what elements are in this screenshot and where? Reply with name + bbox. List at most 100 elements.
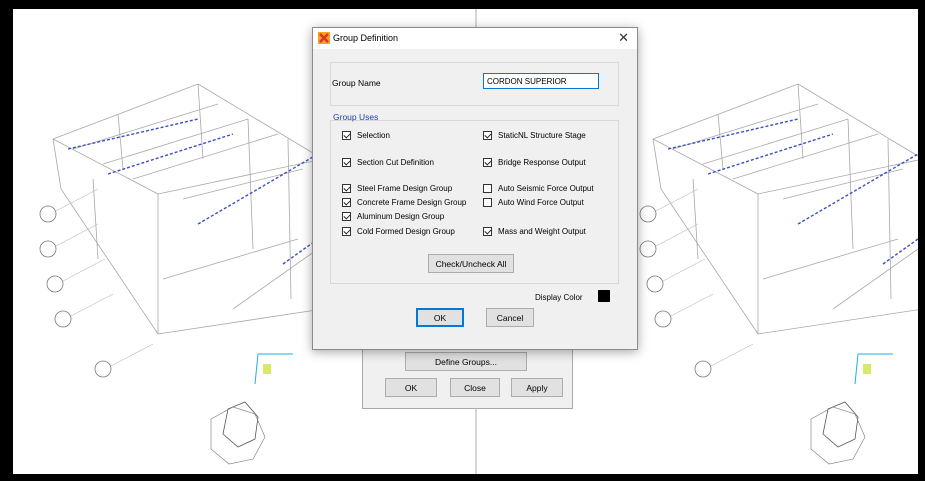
frame-member: [102, 118, 249, 165]
gridline-bubble: [94, 360, 112, 378]
define-groups-button[interactable]: Define Groups...: [405, 352, 527, 371]
define-groups-dialog: Define Groups... OK Close Apply: [362, 341, 573, 409]
group-use-checkbox[interactable]: Aluminum Design Group: [342, 212, 444, 221]
group-use-checkbox[interactable]: Auto Seismic Force Output: [483, 184, 594, 193]
app-logo-icon: [318, 32, 330, 44]
axis-marker: [822, 401, 859, 448]
checkbox-box[interactable]: [342, 198, 351, 207]
dialog-titlebar[interactable]: Group Definition ✕: [313, 28, 637, 49]
frame-member: [887, 138, 892, 300]
checkbox-box[interactable]: [342, 184, 351, 193]
frame-member: [197, 83, 324, 160]
checkbox-label: Auto Wind Force Output: [498, 198, 584, 207]
group-use-checkbox[interactable]: Concrete Frame Design Group: [342, 198, 466, 207]
frame-member: [757, 309, 918, 335]
group-use-checkbox[interactable]: Selection: [342, 131, 390, 140]
checkbox-box[interactable]: [483, 131, 492, 140]
frame-member: [797, 83, 918, 157]
group-use-checkbox[interactable]: Section Cut Definition: [342, 158, 434, 167]
frame-member: [157, 158, 324, 195]
frame-member: [662, 258, 706, 282]
checkbox-label: Cold Formed Design Group: [357, 227, 455, 236]
group-name-input[interactable]: [483, 73, 599, 89]
selected-frame-member: [67, 118, 199, 150]
frame-member: [110, 343, 154, 367]
checkbox-label: Selection: [357, 131, 390, 140]
frame-member: [254, 353, 259, 385]
frame-member: [652, 83, 799, 140]
ok-button[interactable]: OK: [385, 378, 437, 397]
support-marker: [863, 364, 871, 374]
group-use-checkbox[interactable]: Cold Formed Design Group: [342, 227, 455, 236]
gridline-bubble: [39, 240, 57, 258]
checkbox-label: Aluminum Design Group: [357, 212, 445, 221]
group-use-checkbox[interactable]: Mass and Weight Output: [483, 227, 586, 236]
gridline-bubble: [646, 275, 664, 293]
gridline-bubble: [39, 205, 57, 223]
group-definition-dialog: Group Definition ✕ Group Name Group Uses…: [312, 27, 638, 350]
checkbox-label: Concrete Frame Design Group: [357, 198, 467, 207]
ok-button[interactable]: OK: [416, 308, 464, 327]
frame-member: [655, 188, 699, 212]
frame-member: [710, 343, 754, 367]
close-icon[interactable]: ✕: [618, 30, 629, 46]
frame-member: [232, 248, 319, 310]
display-color-swatch[interactable]: [598, 290, 610, 302]
gridline-bubble: [654, 310, 672, 328]
axis-marker: [222, 401, 259, 448]
frame-member: [847, 118, 854, 250]
group-use-checkbox[interactable]: Auto Wind Force Output: [483, 198, 584, 207]
frame-member: [762, 238, 899, 280]
frame-member: [717, 113, 724, 170]
frame-member: [52, 83, 199, 140]
group-use-checkbox[interactable]: Steel Frame Design Group: [342, 184, 452, 193]
checkbox-box[interactable]: [342, 212, 351, 221]
frame-member: [117, 113, 124, 170]
frame-member: [60, 188, 159, 335]
group-uses-title: Group Uses: [333, 112, 379, 122]
frame-member: [52, 138, 62, 190]
frame-member: [797, 83, 804, 160]
frame-member: [247, 118, 254, 250]
selected-frame-member: [667, 118, 799, 150]
gridline-bubble: [46, 275, 64, 293]
gridline-bubble: [54, 310, 72, 328]
frame-member: [702, 118, 849, 165]
frame-member: [660, 188, 759, 335]
frame-member: [62, 258, 106, 282]
frame-member: [132, 133, 279, 180]
cancel-button[interactable]: Cancel: [486, 308, 534, 327]
checkbox-box[interactable]: [342, 158, 351, 167]
check-uncheck-all-button[interactable]: Check/Uncheck All: [428, 254, 514, 273]
checkbox-box[interactable]: [483, 227, 492, 236]
checkbox-box[interactable]: [483, 184, 492, 193]
checkbox-label: Section Cut Definition: [357, 158, 434, 167]
frame-member: [670, 293, 714, 317]
gridline-bubble: [694, 360, 712, 378]
dialog-title: Group Definition: [333, 33, 399, 43]
display-color-label: Display Color: [535, 293, 583, 302]
apply-button[interactable]: Apply: [511, 378, 563, 397]
gridline-bubble: [639, 240, 657, 258]
support-marker: [263, 364, 271, 374]
frame-member: [70, 293, 114, 317]
frame-member: [197, 83, 204, 160]
group-use-checkbox[interactable]: StaticNL Structure Stage: [483, 131, 586, 140]
checkbox-box[interactable]: [483, 158, 492, 167]
frame-member: [732, 133, 879, 180]
checkbox-box[interactable]: [342, 131, 351, 140]
checkbox-label: StaticNL Structure Stage: [498, 131, 586, 140]
checkbox-box[interactable]: [342, 227, 351, 236]
frame-member: [52, 138, 159, 195]
frame-member: [652, 138, 759, 195]
group-use-checkbox[interactable]: Bridge Response Output: [483, 158, 586, 167]
group-name-label: Group Name: [332, 78, 381, 88]
frame-member: [854, 353, 859, 385]
checkbox-label: Bridge Response Output: [498, 158, 586, 167]
selected-frame-member: [197, 153, 319, 225]
close-button[interactable]: Close: [450, 378, 500, 397]
checkbox-label: Steel Frame Design Group: [357, 184, 453, 193]
checkbox-box[interactable]: [483, 198, 492, 207]
frame-member: [55, 188, 99, 212]
frame-member: [162, 238, 299, 280]
